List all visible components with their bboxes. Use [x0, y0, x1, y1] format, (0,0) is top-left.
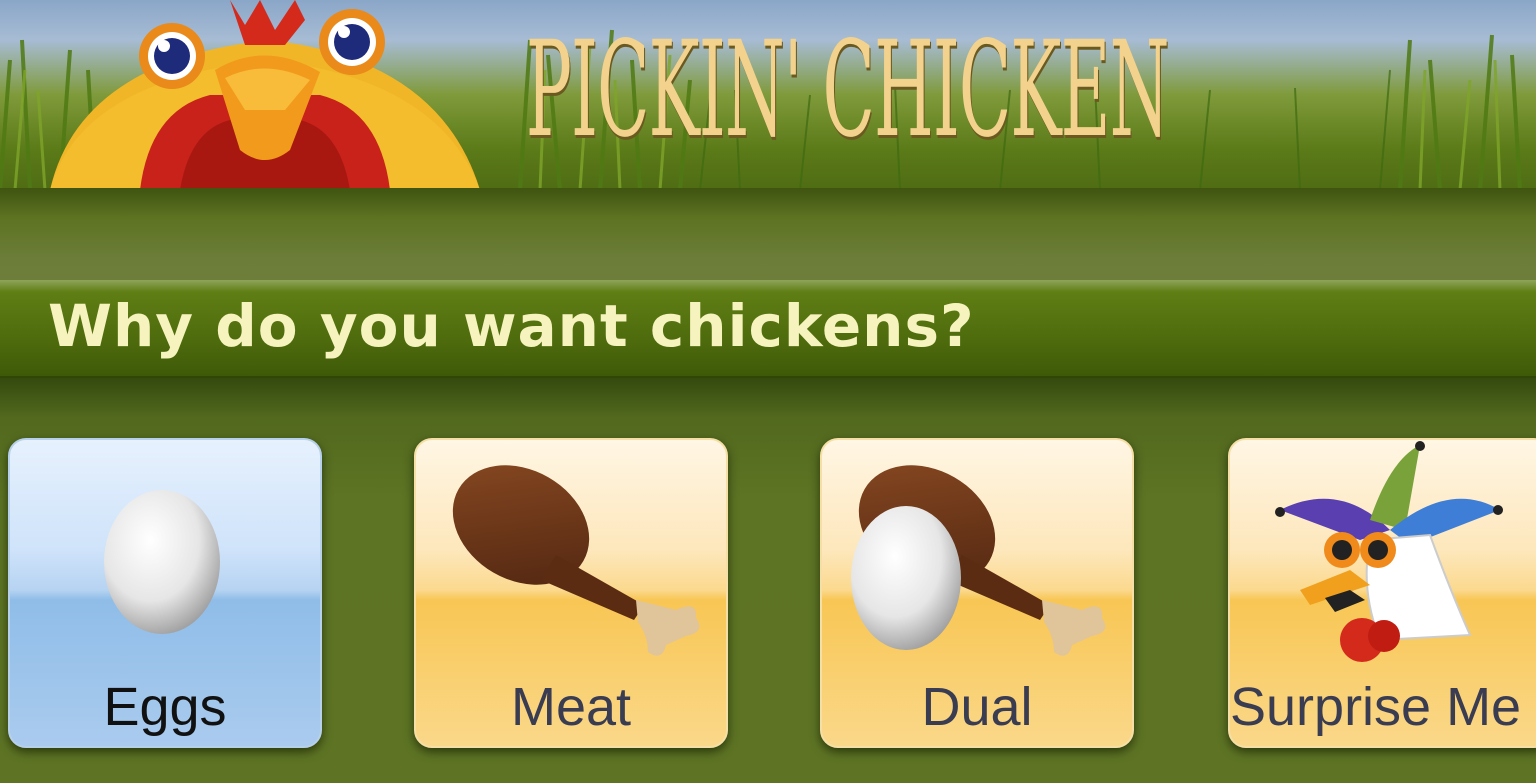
top-band: [0, 188, 1536, 280]
option-surprise-me[interactable]: Surprise Me: [1228, 438, 1536, 748]
site-title: PICKIN' CHICKEN: [525, 13, 1170, 167]
chicken-mascot-icon: [50, 0, 480, 190]
egg-and-drumstick-icon: [851, 465, 1106, 656]
question-heading: Why do you want chickens?: [48, 292, 975, 360]
option-label: Eggs: [103, 677, 227, 737]
option-label: Dual: [921, 677, 1033, 737]
egg-icon: [104, 490, 220, 634]
option-dual[interactable]: Dual: [820, 438, 1134, 748]
option-meat[interactable]: Meat: [414, 438, 728, 748]
header-banner: PICKIN' CHICKEN: [0, 0, 1536, 190]
option-label: Meat: [510, 677, 632, 737]
option-eggs[interactable]: Eggs: [8, 438, 322, 748]
drumstick-icon: [452, 465, 700, 656]
jester-chicken-icon: [1275, 441, 1503, 662]
option-label: Surprise Me: [1230, 677, 1522, 737]
